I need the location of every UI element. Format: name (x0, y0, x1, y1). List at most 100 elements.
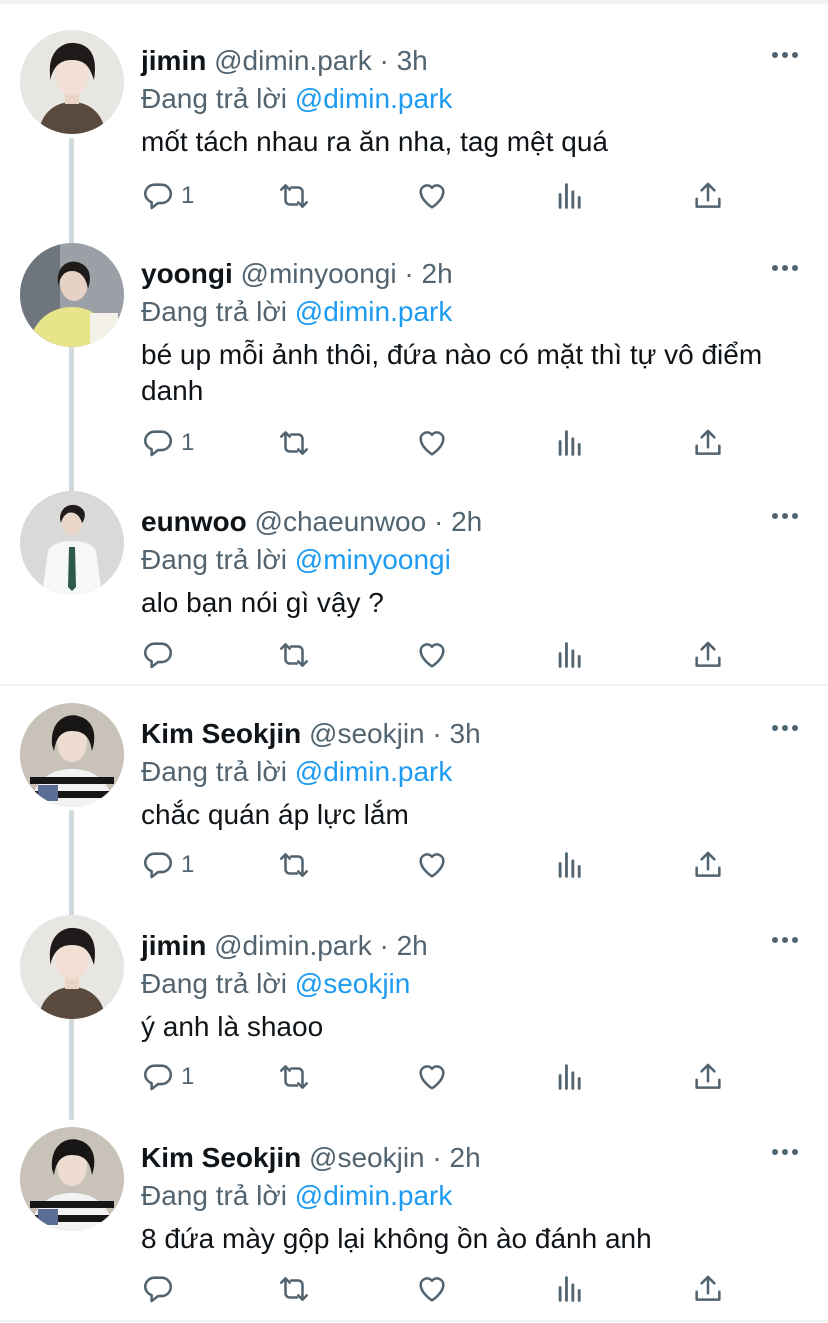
avatar[interactable] (20, 915, 124, 1019)
views-button[interactable] (553, 845, 587, 885)
more-icon[interactable] (772, 263, 800, 273)
reply-button[interactable]: 1 (141, 845, 194, 885)
handle[interactable]: @dimin.park (214, 930, 372, 961)
handle[interactable]: @seokjin (309, 1142, 425, 1173)
handle[interactable]: @chaeunwoo (255, 506, 427, 537)
top-divider (0, 0, 828, 4)
display-name[interactable]: jimin (141, 930, 206, 961)
tweet-header: Kim Seokjin @seokjin · 3h (141, 717, 481, 751)
replying-to-label: Đang trả lời (141, 1180, 287, 1211)
like-button[interactable] (415, 635, 449, 675)
like-button[interactable] (415, 423, 449, 463)
reply-count: 1 (181, 429, 195, 456)
share-button[interactable] (691, 423, 725, 463)
like-button[interactable] (415, 1057, 449, 1097)
reply-count: 1 (181, 851, 195, 878)
like-button[interactable] (415, 1269, 449, 1309)
heart-icon (419, 184, 445, 209)
mention-link[interactable]: @dimin.park (295, 83, 453, 114)
tweet-text: alo bạn nói gì vậy ? (141, 587, 384, 618)
tweet[interactable]: yoongi @minyoongi · 2h Đang trả lời @dim… (0, 243, 828, 473)
retweet-button[interactable] (277, 635, 311, 675)
mention-link[interactable]: @dimin.park (295, 1180, 453, 1211)
reply-button[interactable] (141, 635, 181, 675)
share-icon (695, 641, 721, 667)
tweet-header: Kim Seokjin @seokjin · 2h (141, 1141, 481, 1175)
tweet[interactable]: Kim Seokjin @seokjin · 2h Đang trả lời @… (0, 1127, 828, 1317)
retweet-icon (279, 431, 309, 455)
handle[interactable]: @dimin.park (214, 45, 372, 76)
share-button[interactable] (691, 845, 725, 885)
timestamp[interactable]: 2h (422, 258, 453, 289)
tweet[interactable]: jimin @dimin.park · 2h Đang trả lời @seo… (0, 915, 828, 1105)
share-button[interactable] (691, 1269, 725, 1309)
tweet-header: eunwoo @chaeunwoo · 2h (141, 505, 482, 539)
share-icon (695, 1275, 721, 1301)
tweet[interactable]: Kim Seokjin @seokjin · 3h Đang trả lời @… (0, 703, 828, 893)
share-icon (695, 182, 721, 208)
handle[interactable]: @minyoongi (241, 258, 397, 289)
avatar[interactable] (20, 491, 124, 595)
reply-button[interactable]: 1 (141, 1057, 194, 1097)
reply-button[interactable]: 1 (141, 176, 194, 216)
share-button[interactable] (691, 1057, 725, 1097)
action-bar: 1 (141, 1057, 741, 1097)
avatar[interactable] (20, 30, 124, 134)
retweet-button[interactable] (277, 423, 311, 463)
timestamp[interactable]: 3h (450, 718, 481, 749)
timestamp[interactable]: 3h (397, 45, 428, 76)
share-button[interactable] (691, 635, 725, 675)
avatar[interactable] (20, 703, 124, 807)
separator: · (404, 258, 414, 289)
action-bar (141, 635, 741, 675)
tweet-header: jimin @dimin.park · 2h (141, 929, 428, 963)
display-name[interactable]: yoongi (141, 258, 233, 289)
avatar-image (20, 243, 124, 347)
views-button[interactable] (553, 635, 587, 675)
reply-count: 1 (181, 1063, 195, 1090)
retweet-button[interactable] (277, 845, 311, 885)
views-icon (558, 642, 581, 668)
views-button[interactable] (553, 1057, 587, 1097)
display-name[interactable]: eunwoo (141, 506, 247, 537)
retweet-button[interactable] (277, 1269, 311, 1309)
timestamp[interactable]: 2h (451, 506, 482, 537)
mention-link[interactable]: @dimin.park (295, 756, 453, 787)
reply-icon (143, 1064, 173, 1091)
heart-icon (419, 1065, 445, 1090)
tweet-header: jimin @dimin.park · 3h (141, 44, 428, 78)
more-icon[interactable] (772, 1147, 800, 1157)
reply-button[interactable] (141, 1269, 181, 1309)
share-button[interactable] (691, 176, 725, 216)
views-button[interactable] (553, 176, 587, 216)
like-button[interactable] (415, 176, 449, 216)
display-name[interactable]: jimin (141, 45, 206, 76)
display-name[interactable]: Kim Seokjin (141, 1142, 301, 1173)
views-button[interactable] (553, 423, 587, 463)
avatar-image (20, 491, 124, 595)
views-button[interactable] (553, 1269, 587, 1309)
timestamp[interactable]: 2h (450, 1142, 481, 1173)
retweet-button[interactable] (277, 176, 311, 216)
mention-link[interactable]: @seokjin (295, 968, 411, 999)
more-icon[interactable] (772, 50, 800, 60)
views-icon (558, 852, 581, 878)
tweet[interactable]: eunwoo @chaeunwoo · 2h Đang trả lời @min… (0, 491, 828, 681)
handle[interactable]: @seokjin (309, 718, 425, 749)
retweet-icon (279, 1277, 309, 1301)
timestamp[interactable]: 2h (397, 930, 428, 961)
tweet[interactable]: jimin @dimin.park · 3h Đang trả lời @dim… (0, 30, 828, 220)
avatar[interactable] (20, 243, 124, 347)
like-button[interactable] (415, 845, 449, 885)
display-name[interactable]: Kim Seokjin (141, 718, 301, 749)
bottom-divider (0, 1320, 828, 1322)
mention-link[interactable]: @minyoongi (295, 544, 451, 575)
retweet-button[interactable] (277, 1057, 311, 1097)
more-icon[interactable] (772, 723, 800, 733)
separator: · (432, 1142, 442, 1173)
mention-link[interactable]: @dimin.park (295, 296, 453, 327)
reply-button[interactable]: 1 (141, 423, 194, 463)
avatar[interactable] (20, 1127, 124, 1231)
more-icon[interactable] (772, 511, 800, 521)
more-icon[interactable] (772, 935, 800, 945)
